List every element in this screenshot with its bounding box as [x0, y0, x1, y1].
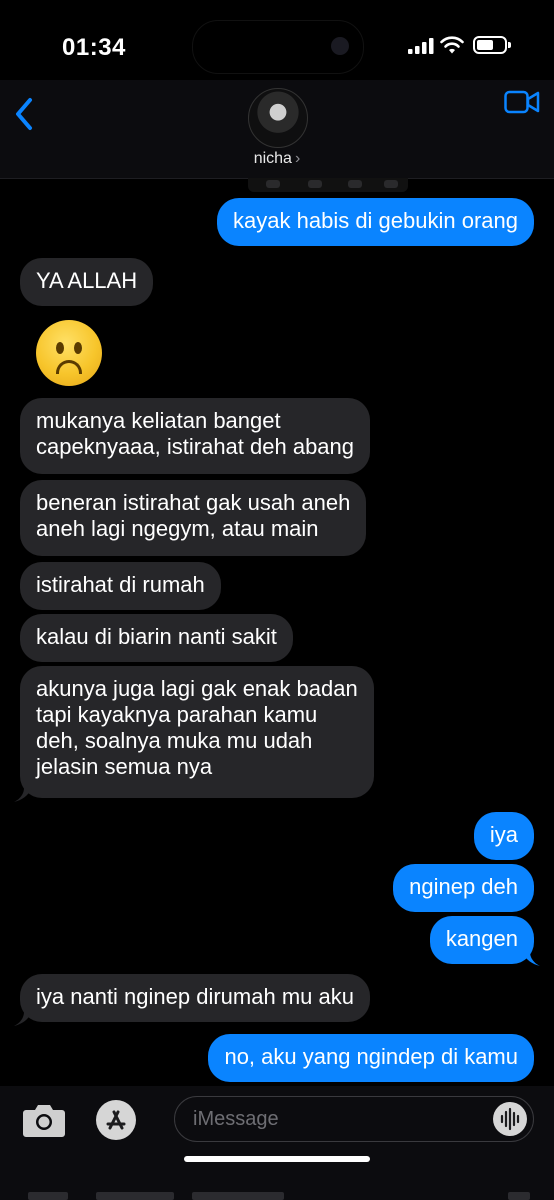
message-bubble-incoming[interactable]: YA ALLAH — [20, 258, 154, 306]
frowning-face-emoji[interactable] — [36, 320, 102, 386]
battery-icon — [473, 36, 511, 54]
keyboard-suggestion-hint — [96, 1192, 174, 1200]
keyboard-suggestion-hint — [508, 1192, 530, 1200]
message-bubble-incoming[interactable]: kalau di biarin nanti sakit — [20, 614, 293, 662]
status-bar: 01:34 — [0, 0, 554, 80]
contact-avatar[interactable] — [248, 88, 308, 148]
message-bubble-incoming[interactable]: beneran istirahat gak usah aneh aneh lag… — [20, 480, 367, 556]
previous-image-attachment[interactable] — [248, 178, 408, 192]
bubble-tail — [14, 1012, 32, 1026]
conversation-header: nicha › — [0, 80, 554, 179]
home-indicator[interactable] — [184, 1156, 370, 1162]
message-bubble-incoming[interactable]: akunya juga lagi gak enak badan tapi kay… — [20, 666, 374, 798]
video-call-icon[interactable] — [504, 90, 540, 114]
message-bubble-incoming[interactable]: mukanya keliatan banget capeknyaaa, isti… — [20, 398, 371, 474]
composer-bar: iMessage — [0, 1086, 554, 1200]
camera-icon[interactable] — [22, 1102, 66, 1138]
dynamic-island — [192, 20, 364, 74]
cellular-signal-icon — [408, 38, 434, 54]
message-bubble-outgoing[interactable]: nginep deh — [393, 864, 534, 912]
message-bubble-incoming[interactable]: iya nanti nginep dirumah mu aku — [20, 974, 370, 1022]
app-store-icon[interactable] — [96, 1100, 136, 1140]
message-bubble-outgoing[interactable]: kayak habis di gebukin orang — [217, 198, 534, 246]
keyboard-suggestion-hint — [192, 1192, 284, 1200]
keyboard-suggestion-hint — [28, 1192, 68, 1200]
chevron-right-icon: › — [294, 150, 301, 167]
message-input[interactable]: iMessage — [174, 1096, 534, 1142]
wifi-icon — [440, 36, 464, 54]
message-bubble-incoming[interactable]: istirahat di rumah — [20, 562, 221, 610]
message-bubble-outgoing[interactable]: no, aku yang ngindep di kamu — [208, 1034, 534, 1082]
message-bubble-outgoing[interactable]: iya — [473, 812, 534, 860]
contact-name-row[interactable]: nicha › — [0, 150, 554, 168]
back-chevron-icon[interactable] — [10, 94, 40, 134]
audio-waveform-icon[interactable] — [493, 1102, 527, 1136]
bubble-tail — [522, 952, 540, 966]
message-input-placeholder: iMessage — [193, 1108, 279, 1130]
message-bubble-outgoing[interactable]: kangen — [429, 916, 534, 964]
status-time: 01:34 — [62, 34, 126, 61]
bubble-tail — [14, 788, 32, 802]
contact-name: nicha — [253, 150, 292, 167]
